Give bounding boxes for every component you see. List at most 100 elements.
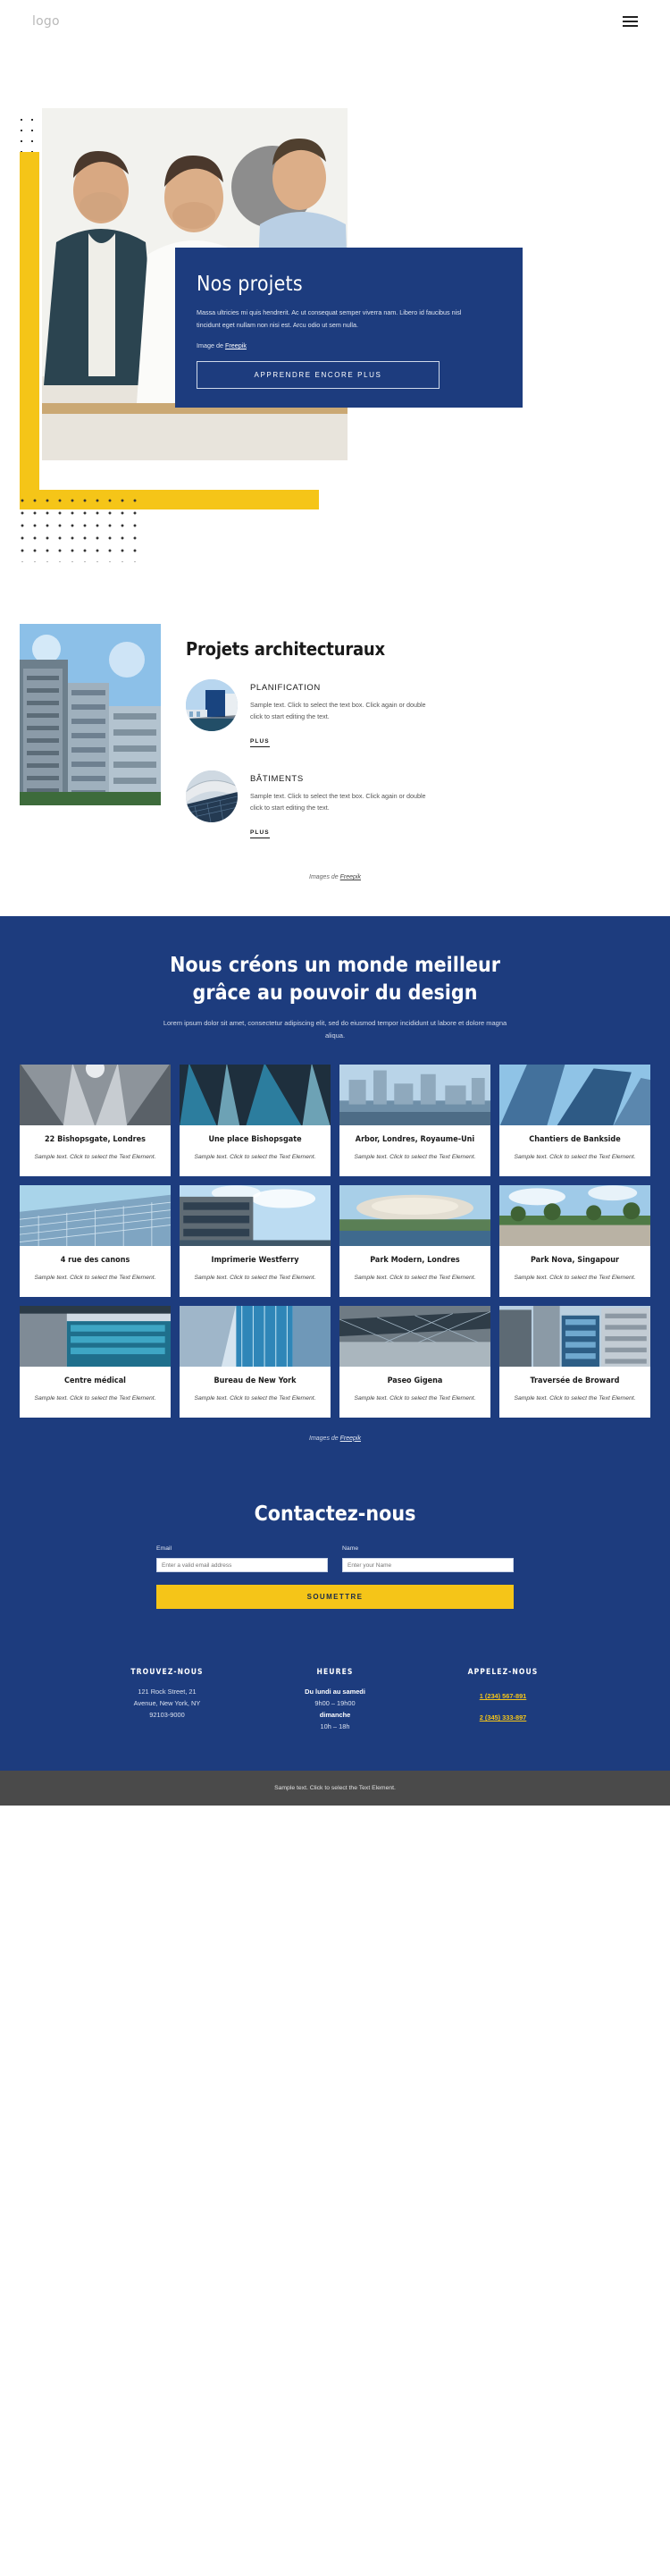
portfolio-card[interactable]: Traversée de Broward Sample text. Click … (499, 1305, 650, 1418)
hero-card: Nos projets Massa ultricies mi quis hend… (175, 248, 523, 408)
portfolio-card[interactable]: 4 rue des canons Sample text. Click to s… (20, 1184, 171, 1297)
phone-link-1[interactable]: 1 (234) 567-891 (480, 1692, 527, 1700)
architecture-section: Projets architecturaux PLANIFICATION Sam… (0, 615, 670, 917)
portfolio-card[interactable]: Arbor, Londres, Royaume-Uni Sample text.… (339, 1065, 490, 1176)
footer-line: 92103-9000 (149, 1711, 185, 1720)
card-image (499, 1065, 650, 1126)
card-image (499, 1305, 650, 1367)
card-title: Centre médical (64, 1376, 126, 1385)
portfolio-card[interactable]: Imprimerie Westferry Sample text. Click … (180, 1184, 331, 1297)
card-title: Paseo Gigena (387, 1376, 443, 1385)
architecture-image-credit: Images de Freepik (0, 874, 670, 880)
decorative-dots-bottom (16, 494, 141, 562)
footer-heading: APPELEZ-NOUS (467, 1668, 539, 1678)
credit-prefix: Image de (197, 341, 225, 350)
credit-link[interactable]: Freepik (340, 874, 361, 880)
portfolio-card[interactable]: Chantiers de Bankside Sample text. Click… (499, 1065, 650, 1176)
portfolio-heading-line2: grâce au pouvoir du design (192, 981, 478, 1005)
portfolio-section: Nous créons un monde meilleur grâce au p… (0, 916, 670, 1469)
card-text: Sample text. Click to select the Text El… (34, 1153, 156, 1160)
name-field-group: Name (342, 1545, 514, 1573)
card-text: Sample text. Click to select the Text El… (514, 1153, 636, 1160)
portfolio-card[interactable]: Une place Bishopsgate Sample text. Click… (180, 1065, 331, 1176)
portfolio-image-credit: Images de Freepik (20, 1435, 650, 1442)
portfolio-header: Nous créons un monde meilleur grâce au p… (20, 952, 650, 1041)
card-text: Sample text. Click to select the Text El… (34, 1274, 156, 1281)
card-text: Sample text. Click to select the Text El… (194, 1394, 316, 1402)
portfolio-card[interactable]: Centre médical Sample text. Click to sel… (20, 1305, 171, 1418)
portfolio-card[interactable]: Park Nova, Singapour Sample text. Click … (499, 1184, 650, 1297)
footer-line: 121 Rock Street, 21 (138, 1688, 197, 1696)
card-image (339, 1065, 490, 1126)
feature-more-link[interactable]: PLUS (250, 738, 270, 748)
bottom-bar-text: Sample text. Click to select the Text El… (274, 1785, 396, 1792)
contact-title: Contactez-nous (254, 1502, 416, 1526)
portfolio-grid: 22 Bishopsgate, Londres Sample text. Cli… (20, 1065, 650, 1418)
name-input[interactable] (342, 1558, 514, 1573)
card-image (180, 1184, 331, 1246)
card-title: 22 Bishopsgate, Londres (45, 1135, 146, 1145)
card-image (20, 1305, 171, 1367)
card-text: Sample text. Click to select the Text El… (354, 1394, 476, 1402)
card-title: Traversée de Broward (530, 1376, 620, 1385)
name-label: Name (342, 1545, 359, 1552)
site-header: logo (0, 0, 670, 43)
phone-link-2[interactable]: 2 (345) 333-897 (480, 1713, 527, 1722)
email-label: Email (156, 1545, 172, 1552)
hamburger-menu-icon[interactable] (623, 16, 638, 27)
submit-button[interactable]: SOUMETTRE (156, 1585, 514, 1610)
footer-column-call-us: APPELEZ-NOUS 1 (234) 567-891 2 (345) 333… (440, 1668, 565, 1733)
footer-heading: TROUVEZ-NOUS (130, 1668, 204, 1678)
credit-prefix: Images de (309, 1435, 340, 1442)
portfolio-card[interactable]: 22 Bishopsgate, Londres Sample text. Cli… (20, 1065, 171, 1176)
footer-column-hours: HEURES Du lundi au samedi 9h00 – 19h00 d… (272, 1668, 398, 1733)
card-title: Chantiers de Bankside (529, 1135, 621, 1145)
credit-link[interactable]: Freepik (340, 1435, 361, 1442)
portfolio-heading-line1: Nous créons un monde meilleur (170, 954, 500, 978)
logo[interactable]: logo (32, 14, 60, 29)
credit-prefix: Images de (309, 874, 340, 881)
card-title: Park Nova, Singapour (530, 1255, 620, 1265)
burger-line (623, 21, 638, 22)
card-text: Sample text. Click to select the Text El… (354, 1153, 476, 1160)
card-title: Park Modern, Londres (370, 1255, 460, 1265)
portfolio-card[interactable]: Bureau de New York Sample text. Click to… (180, 1305, 331, 1418)
portfolio-card[interactable]: Park Modern, Londres Sample text. Click … (339, 1184, 490, 1297)
portfolio-heading: Nous créons un monde meilleur grâce au p… (20, 952, 650, 1006)
hero-paragraph: Massa ultricies mi quis hendrerit. Ac ut… (197, 308, 462, 330)
card-text: Sample text. Click to select the Text El… (354, 1274, 476, 1281)
card-title: Arbor, Londres, Royaume-Uni (355, 1135, 475, 1145)
footer-line: 10h – 18h (320, 1722, 350, 1731)
card-image (339, 1184, 490, 1246)
architecture-photo (20, 624, 161, 805)
hero-section: Nos projets Massa ultricies mi quis hend… (0, 43, 670, 615)
feature-more-link[interactable]: PLUS (250, 829, 270, 839)
card-image (180, 1065, 331, 1126)
credit-link[interactable]: Freepik (225, 341, 247, 349)
contact-section: Contactez-nous Email Name SOUMETTRE (0, 1468, 670, 1646)
learn-more-button[interactable]: APPRENDRE ENCORE PLUS (197, 361, 440, 390)
feature-item: BÂTIMENTS Sample text. Click to select t… (186, 770, 650, 839)
bottom-bar: Sample text. Click to select the Text El… (0, 1771, 670, 1806)
feature-text: Sample text. Click to select the text bo… (250, 792, 426, 812)
architecture-content: Projets architecturaux PLANIFICATION Sam… (186, 624, 650, 862)
card-title: Une place Bishopsgate (208, 1135, 302, 1145)
page-root: logo Nos projets Massa ultricies mi quis… (0, 0, 670, 1806)
card-text: Sample text. Click to select the Text El… (514, 1274, 636, 1281)
card-image (20, 1184, 171, 1246)
footer-info: TROUVEZ-NOUS 121 Rock Street, 21 Avenue,… (0, 1645, 670, 1772)
email-input[interactable] (156, 1558, 328, 1573)
portfolio-card[interactable]: Paseo Gigena Sample text. Click to selec… (339, 1305, 490, 1418)
feature-title: PLANIFICATION (250, 683, 321, 693)
feature-title: BÂTIMENTS (250, 774, 304, 785)
card-image (499, 1184, 650, 1246)
burger-line (623, 25, 638, 27)
footer-heading: HEURES (316, 1668, 354, 1678)
card-text: Sample text. Click to select the Text El… (34, 1394, 156, 1402)
footer-line: dimanche (319, 1711, 351, 1720)
card-text: Sample text. Click to select the Text El… (514, 1394, 636, 1402)
footer-column-find-us: TROUVEZ-NOUS 121 Rock Street, 21 Avenue,… (105, 1668, 230, 1733)
hero-image-credit: Image de Freepik (197, 341, 501, 349)
card-title: Bureau de New York (214, 1376, 297, 1385)
card-text: Sample text. Click to select the Text El… (194, 1153, 316, 1160)
